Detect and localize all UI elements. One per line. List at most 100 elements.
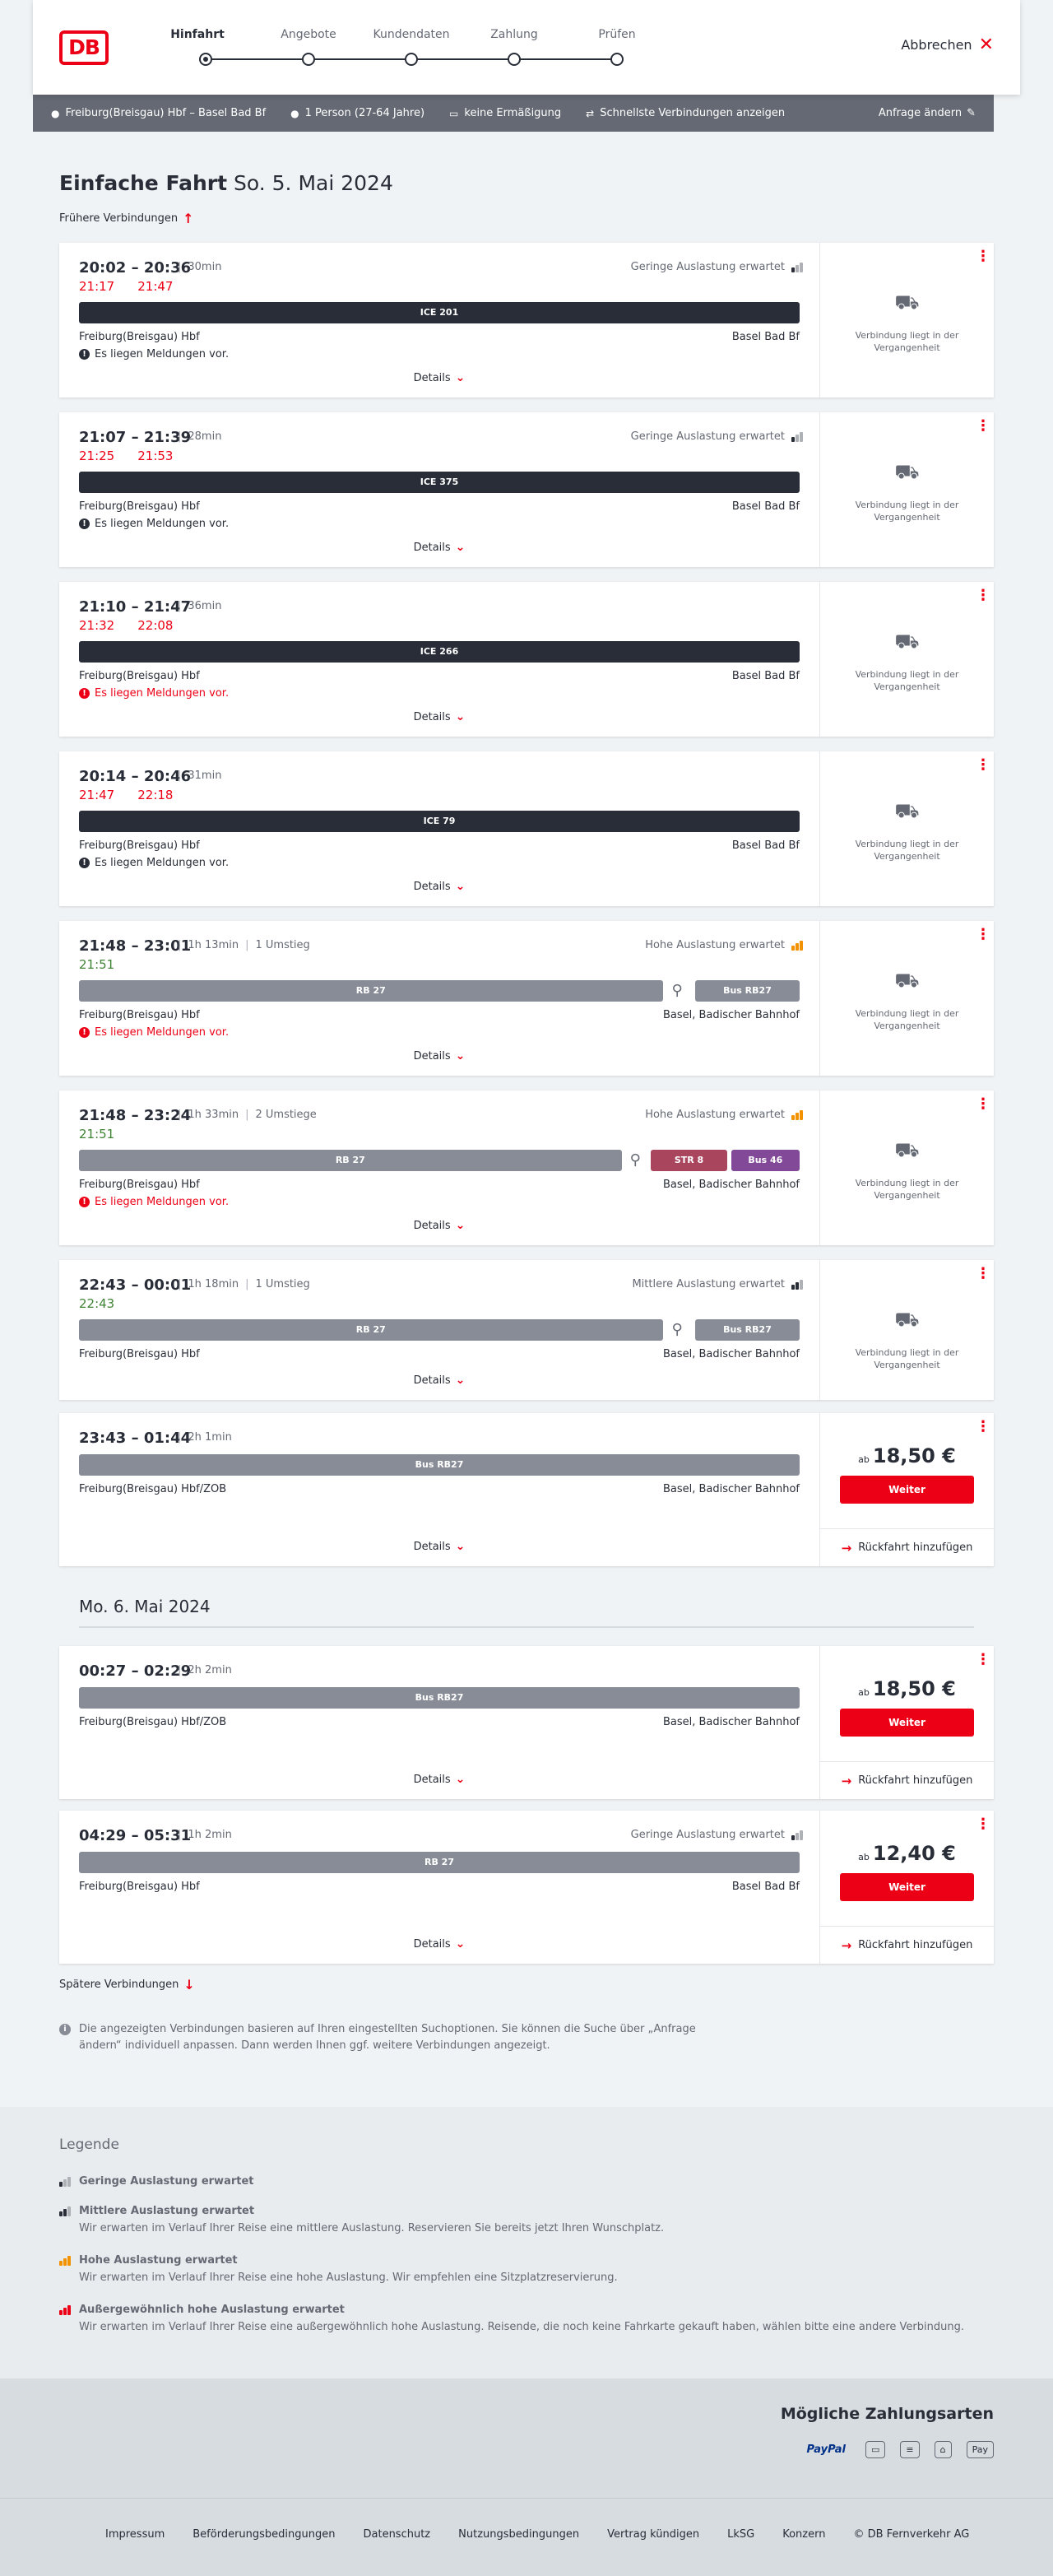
notice-message[interactable]: ! Es liegen Meldungen vor. (79, 518, 229, 530)
details-toggle[interactable]: Details ⌄ (414, 541, 466, 554)
offer-panel: ⋮ ab 18,50 € Weiter → Rückfahrt hinzufügen (819, 1413, 994, 1566)
arrival-station: Basel, Badischer Bahnhof (662, 1348, 800, 1360)
walk-icon: ⚲ (629, 1151, 641, 1169)
add-return-button[interactable]: → Rückfahrt hinzufügen (820, 1926, 994, 1964)
notice-message[interactable]: ! Es liegen Meldungen vor. (79, 687, 229, 700)
more-options-icon[interactable]: ⋮ (976, 419, 990, 434)
step-angebote[interactable]: Angebote (281, 28, 336, 41)
details-toggle[interactable]: Details ⌄ (414, 1049, 466, 1062)
walk-icon: ⚲ (671, 982, 683, 999)
more-options-icon[interactable]: ⋮ (976, 588, 990, 603)
footer-link[interactable]: Beförderungsbedingungen (193, 2528, 335, 2541)
occupancy-icon (59, 2255, 71, 2266)
more-options-icon[interactable]: ⋮ (976, 1267, 990, 1281)
close-icon: ✕ (978, 34, 994, 55)
more-options-icon[interactable]: ⋮ (976, 928, 990, 942)
separator: | (178, 939, 182, 951)
occupancy-indicator: Geringe Auslastung erwartet (631, 430, 803, 443)
legend-item: Außergewöhnlich hohe Auslastung erwartet… (59, 2301, 964, 2336)
notice-message[interactable]: ! Es liegen Meldungen vor. (79, 348, 229, 360)
add-return-button[interactable]: → Rückfahrt hinzufügen (820, 1528, 994, 1566)
query-fastest-text: Schnellste Verbindungen anzeigen (600, 107, 786, 119)
continue-button[interactable]: Weiter (840, 1476, 974, 1504)
realtime-time: 21:53 (137, 449, 174, 463)
more-options-icon[interactable]: ⋮ (976, 1097, 990, 1112)
occupancy-icon (791, 940, 803, 951)
notice-message[interactable]: ! Es liegen Meldungen vor. (79, 857, 229, 869)
legend-title: Legende (59, 2137, 119, 2153)
footer-link[interactable]: Vertrag kündigen (607, 2528, 699, 2541)
details-toggle[interactable]: Details ⌄ (414, 1374, 466, 1387)
db-logo[interactable]: DB (59, 30, 109, 65)
arrival-station: Basel Bad Bf (731, 670, 800, 682)
step-zahlung[interactable]: Zahlung (490, 28, 538, 41)
footer-link[interactable]: LkSG (727, 2528, 754, 2541)
occupancy-bar (796, 1832, 799, 1840)
details-toggle[interactable]: Details ⌄ (414, 371, 466, 384)
connection-meta: | 1h 33min | 2 Umstiege (171, 1109, 317, 1121)
occupancy-bar (63, 2257, 67, 2266)
continue-button[interactable]: Weiter (840, 1873, 974, 1901)
legend-section: Legende Geringe Auslastung erwartet Mittl… (0, 2107, 1053, 2378)
cancel-button[interactable]: Abbrechen ✕ (901, 34, 994, 55)
departure-station: Freiburg(Breisgau) Hbf (79, 1179, 200, 1191)
step-pruefen[interactable]: Prüfen (598, 28, 635, 41)
later-connections-link[interactable]: Spätere Verbindungen ↓ (59, 1977, 195, 1992)
direct-debit-icon: ≡ (900, 2441, 920, 2458)
chevron-down-icon: ⌄ (455, 1219, 466, 1232)
details-toggle[interactable]: Details ⌄ (414, 1937, 466, 1951)
connection-details: 21:48 – 23:24 | 1h 33min | 2 Umstiege Hohe Au… (59, 1090, 819, 1245)
occupancy-bar (67, 2176, 71, 2187)
notice-text: Es liegen Meldungen vor. (95, 348, 230, 360)
occupancy-icon (59, 2176, 71, 2187)
legend-item-title: Außergewöhnlich hohe Auslastung erwartet (59, 2301, 964, 2318)
footer-link[interactable]: Impressum (105, 2528, 165, 2541)
footer-link[interactable]: Nutzungsbedingungen (458, 2528, 579, 2541)
details-label: Details (413, 541, 451, 554)
booking-page: DB Hinfahrt Angebote Kundendaten Zahlung… (0, 0, 1053, 2576)
arrival-station: Basel Bad Bf (731, 1881, 800, 1893)
chevron-down-icon: ⌄ (455, 1540, 466, 1553)
arrow-right-icon: → (841, 1937, 852, 1953)
earlier-connections-link[interactable]: Frühere Verbindungen ↑ (59, 211, 194, 226)
departure-station: Freiburg(Breisgau) Hbf (79, 1348, 200, 1360)
notice-text: Es liegen Meldungen vor. (95, 1026, 230, 1039)
more-options-icon[interactable]: ⋮ (976, 249, 990, 264)
price-prefix: ab (858, 1454, 870, 1465)
occupancy-label: Mittlere Auslastung erwartet (632, 1278, 785, 1290)
occupancy-label: Geringe Auslastung erwartet (630, 430, 785, 443)
more-options-icon[interactable]: ⋮ (976, 1420, 990, 1434)
departure-station: Freiburg(Breisgau) Hbf/ZOB (79, 1483, 227, 1495)
details-toggle[interactable]: Details ⌄ (414, 880, 466, 893)
step-hinfahrt: Hinfahrt (170, 28, 225, 41)
legend-item: Geringe Auslastung erwartet (59, 2173, 254, 2190)
arrow-right-icon: → (841, 1540, 852, 1555)
footer-link[interactable]: Konzern (782, 2528, 825, 2541)
more-options-icon[interactable]: ⋮ (976, 1653, 990, 1667)
more-options-icon[interactable]: ⋮ (976, 758, 990, 773)
notice-message[interactable]: ! Es liegen Meldungen vor. (79, 1196, 229, 1208)
footer-link[interactable]: Datenschutz (364, 2528, 431, 2541)
add-return-button[interactable]: → Rückfahrt hinzufügen (820, 1761, 994, 1799)
connection-meta: | 1h 18min | 1 Umstieg (171, 1278, 310, 1290)
connection-card: 23:43 – 01:44 | 2h 1min Bus RB27 Freiburg(Br… (59, 1413, 994, 1566)
chevron-down-icon: ⌄ (455, 1374, 466, 1387)
details-toggle[interactable]: Details ⌄ (414, 710, 466, 723)
change-query-button[interactable]: Anfrage ändern ✎ (879, 107, 976, 119)
realtime-times: 21:32 22:08 (79, 618, 196, 633)
notice-message[interactable]: ! Es liegen Meldungen vor. (79, 1026, 229, 1039)
more-options-icon[interactable]: ⋮ (976, 1817, 990, 1832)
switch-arrows-icon: ⇄ (586, 107, 595, 119)
payment-methods-section: Mögliche Zahlungsarten PayPal ▭ ≡ ⌂ Pay (0, 2378, 1053, 2498)
connection-card: 21:10 – 21:47 | 36min 21:32 22:08 ICE 266 Frei… (59, 582, 994, 737)
step-kundendaten[interactable]: Kundendaten (373, 28, 449, 41)
realtime-time: 21:47 (137, 279, 174, 294)
details-toggle[interactable]: Details ⌄ (414, 1540, 466, 1553)
payment-title: Mögliche Zahlungsarten (780, 2405, 994, 2423)
details-toggle[interactable]: Details ⌄ (414, 1219, 466, 1232)
details-toggle[interactable]: Details ⌄ (414, 1773, 466, 1786)
connection-details: 21:48 – 23:01 | 1h 13min | 1 Umstieg Hohe Aus… (59, 921, 819, 1076)
arrival-station: Basel Bad Bf (731, 839, 800, 852)
occupancy-bar (67, 2255, 71, 2266)
continue-button[interactable]: Weiter (840, 1709, 974, 1737)
